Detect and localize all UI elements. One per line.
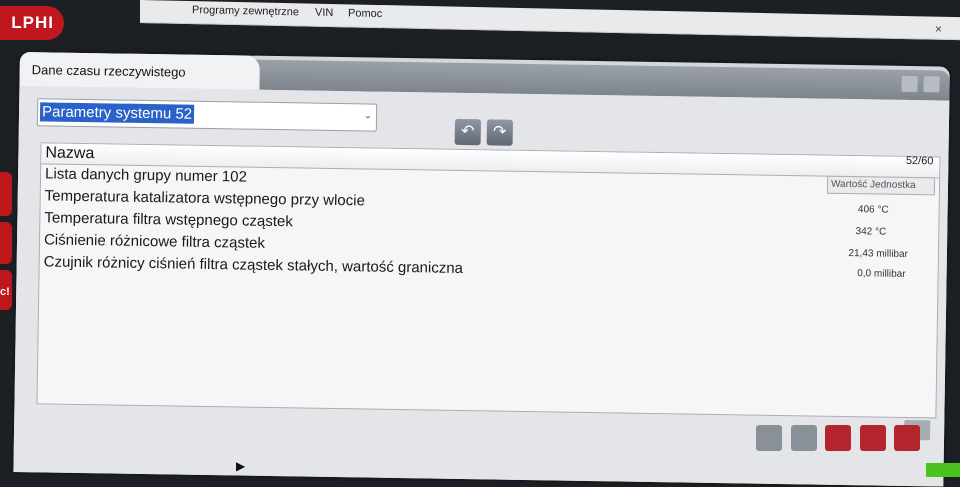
menu-item-help[interactable]: Pomoc — [348, 7, 382, 20]
print-icon[interactable] — [825, 425, 852, 451]
graph-icon[interactable] — [790, 425, 817, 451]
parameters-table: Nazwa 52/60 Wartość Jednostka Lista dany… — [36, 142, 941, 419]
side-tab-2[interactable] — [0, 222, 12, 264]
column-header-value-unit: Wartość Jednostka — [826, 175, 936, 196]
row-value: 406 °C — [857, 204, 889, 216]
menu-item-vin[interactable]: VIN — [315, 7, 333, 19]
maximize-icon[interactable] — [923, 76, 940, 93]
column-header-name: Nazwa — [45, 144, 95, 163]
previous-page-button[interactable]: ↶ — [454, 118, 482, 146]
bottom-toolbar — [752, 425, 920, 459]
side-tab-1[interactable] — [0, 172, 12, 216]
settings-icon[interactable] — [756, 425, 783, 451]
mouse-cursor-icon: ▶ — [236, 459, 246, 473]
row-value: 342 °C — [855, 226, 887, 238]
row-value: 21,43 millibar — [848, 248, 909, 260]
minimize-icon[interactable] — [901, 75, 918, 93]
page-counter: 52/60 — [905, 154, 934, 168]
parameter-group-select[interactable]: Parametry systemu 52 ⌄ — [36, 98, 378, 132]
save-icon[interactable] — [859, 425, 886, 451]
row-value: 0,0 millibar — [857, 268, 906, 280]
table-row[interactable]: Ciśnienie różnicowe filtra cząstek — [44, 231, 265, 251]
table-row[interactable]: Temperatura filtra wstępnego cząstek — [44, 209, 293, 230]
table-row[interactable]: Temperatura katalizatora wstępnego przy … — [45, 187, 365, 209]
window-close-icon[interactable]: × — [935, 22, 942, 36]
background-edge — [926, 463, 960, 477]
realtime-data-panel: Dane czasu rzeczywistego Parametry syste… — [13, 52, 950, 487]
next-page-button[interactable]: ↷ — [486, 119, 513, 146]
chevron-down-icon[interactable]: ⌄ — [364, 110, 373, 121]
table-row[interactable]: Czujnik różnicy ciśnień filtra cząstek s… — [44, 253, 464, 277]
menu-bar: Programy zewnętrzne VIN Pomoc — [140, 0, 960, 41]
brand-logo: LPHI — [0, 6, 64, 40]
table-row[interactable]: Lista danych grupy numer 102 — [45, 165, 247, 185]
exit-icon[interactable] — [894, 425, 920, 451]
panel-title: Dane czasu rzeczywistego — [31, 62, 186, 80]
panel-tab: Dane czasu rzeczywistego — [19, 52, 260, 90]
parameter-group-value: Parametry systemu 52 — [39, 102, 195, 124]
menu-item-external-programs[interactable]: Programy zewnętrzne — [192, 4, 299, 18]
side-tab-3[interactable]: c! — [0, 270, 12, 310]
